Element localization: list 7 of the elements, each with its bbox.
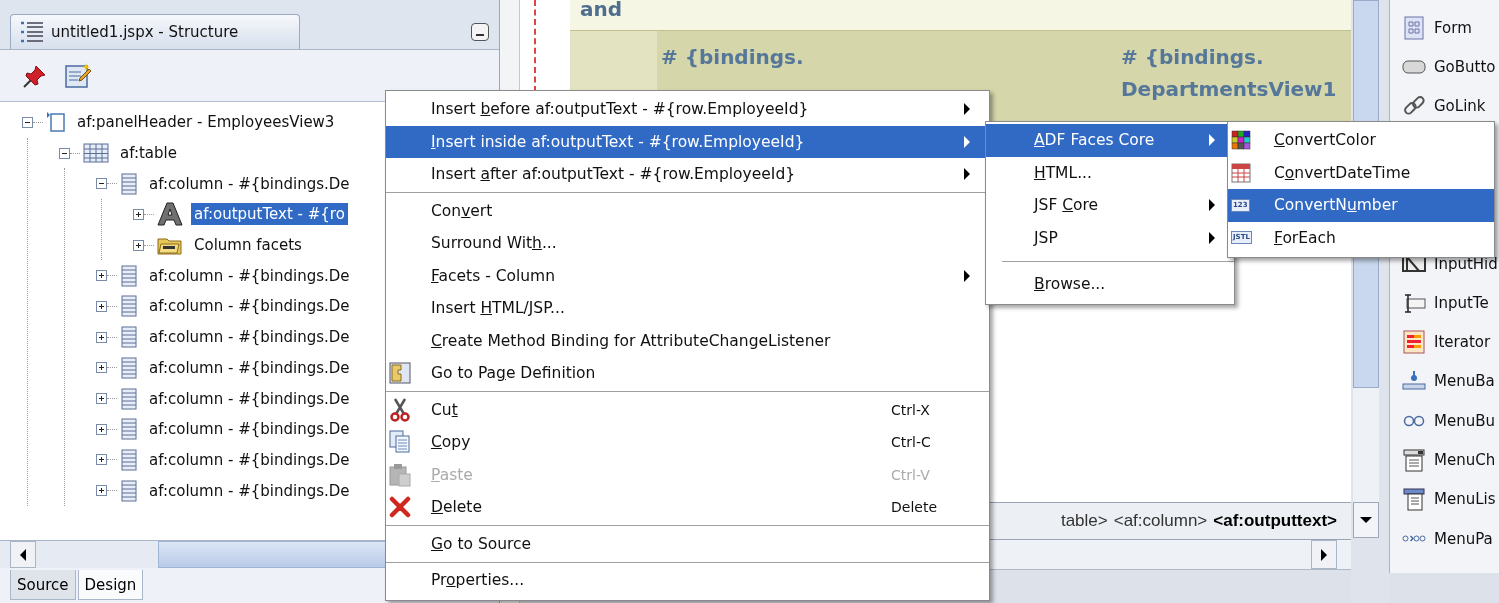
shortcut-label: Delete: [891, 499, 938, 516]
shortcut-label: Ctrl-X: [891, 401, 931, 418]
table-header-cell-text: # {bindings. DepartmentsView1: [1121, 44, 1337, 103]
shortcut-label: Ctrl-V: [891, 466, 931, 483]
table-header-cell-text: # {bindings.: [661, 44, 804, 71]
editor-text: and: [570, 0, 1351, 30]
shortcut-label: Ctrl-C: [891, 434, 932, 451]
